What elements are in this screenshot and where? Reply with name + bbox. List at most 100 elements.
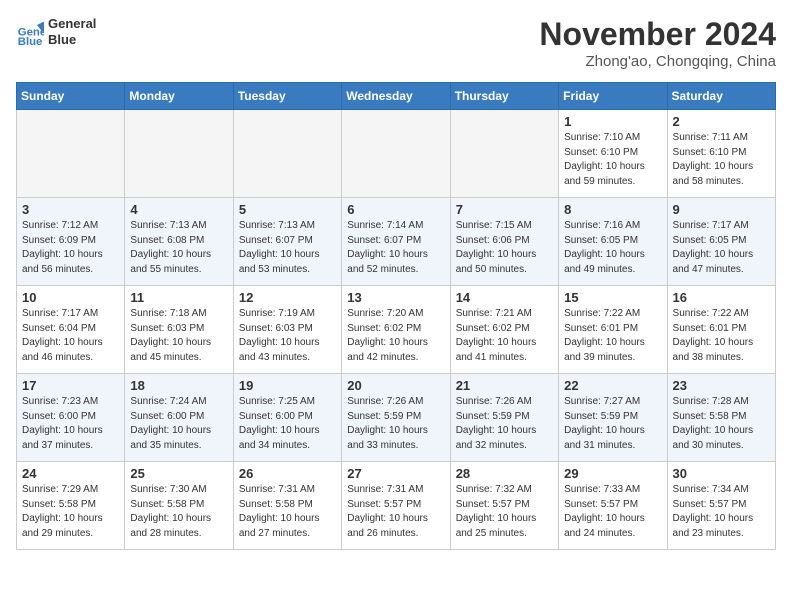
day-number: 26	[239, 466, 336, 481]
calendar-cell: 5 Sunrise: 7:13 AM Sunset: 6:07 PM Daylig…	[233, 198, 341, 286]
day-info: Sunrise: 7:31 AM Sunset: 5:57 PM Dayligh…	[347, 483, 444, 541]
calendar-cell: 13 Sunrise: 7:20 AM Sunset: 6:02 PM Dayli…	[342, 286, 450, 374]
day-number: 13	[347, 290, 444, 305]
calendar-cell: 28Sunrise: 7:32 AM Sunset: 5:57 PM Dayli…	[450, 462, 558, 550]
day-number: 7	[456, 202, 553, 217]
day-number: 30	[673, 466, 770, 481]
logo-icon: General Blue	[16, 18, 44, 46]
day-number: 18	[130, 378, 227, 393]
day-number: 25	[130, 466, 227, 481]
day-number: 27	[347, 466, 444, 481]
day-info: Sunrise: 7:12 AM Sunset: 6:09 PM Dayligh…	[22, 219, 119, 277]
calendar-cell: 25 Sunrise: 7:30 AM Sunset: 5:58 PM Dayli…	[125, 462, 233, 550]
weekday-header: Sunday	[17, 83, 125, 110]
calendar-week-row: 10Sunrise: 7:17 AM Sunset: 6:04 PM Dayli…	[17, 286, 776, 374]
logo-line1: General	[48, 16, 96, 32]
day-number: 19	[239, 378, 336, 393]
day-number: 24	[22, 466, 119, 481]
day-number: 15	[564, 290, 661, 305]
weekday-header: Thursday	[450, 83, 558, 110]
calendar-cell: 10Sunrise: 7:17 AM Sunset: 6:04 PM Dayli…	[17, 286, 125, 374]
day-number: 4	[130, 202, 227, 217]
weekday-header: Tuesday	[233, 83, 341, 110]
day-number: 12	[239, 290, 336, 305]
day-number: 8	[564, 202, 661, 217]
calendar-header-row: SundayMondayTuesdayWednesdayThursdayFrid…	[17, 83, 776, 110]
calendar-cell: 16Sunrise: 7:22 AM Sunset: 6:01 PM Dayli…	[667, 286, 775, 374]
day-number: 29	[564, 466, 661, 481]
calendar-cell: 19 Sunrise: 7:25 AM Sunset: 6:00 PM Dayli…	[233, 374, 341, 462]
calendar-cell: 7Sunrise: 7:15 AM Sunset: 6:06 PM Daylig…	[450, 198, 558, 286]
day-info: Sunrise: 7:10 AM Sunset: 6:10 PM Dayligh…	[564, 131, 661, 189]
calendar-cell: 8Sunrise: 7:16 AM Sunset: 6:05 PM Daylig…	[559, 198, 667, 286]
day-info: Sunrise: 7:27 AM Sunset: 5:59 PM Dayligh…	[564, 395, 661, 453]
calendar-cell: 1 Sunrise: 7:10 AM Sunset: 6:10 PM Daylig…	[559, 110, 667, 198]
day-number: 9	[673, 202, 770, 217]
calendar-cell: 27 Sunrise: 7:31 AM Sunset: 5:57 PM Dayli…	[342, 462, 450, 550]
day-info: Sunrise: 7:26 AM Sunset: 5:59 PM Dayligh…	[347, 395, 444, 453]
calendar-week-row: 1 Sunrise: 7:10 AM Sunset: 6:10 PM Daylig…	[17, 110, 776, 198]
calendar-cell	[125, 110, 233, 198]
day-number: 20	[347, 378, 444, 393]
day-number: 21	[456, 378, 553, 393]
calendar-cell: 20 Sunrise: 7:26 AM Sunset: 5:59 PM Dayli…	[342, 374, 450, 462]
day-info: Sunrise: 7:22 AM Sunset: 6:01 PM Dayligh…	[673, 307, 770, 365]
calendar-cell	[450, 110, 558, 198]
calendar-cell: 4 Sunrise: 7:13 AM Sunset: 6:08 PM Daylig…	[125, 198, 233, 286]
day-number: 22	[564, 378, 661, 393]
location: Zhong'ao, Chongqing, China	[539, 53, 776, 70]
page-header: General Blue General Blue November 2024 …	[16, 16, 776, 70]
day-number: 2	[673, 114, 770, 129]
day-info: Sunrise: 7:11 AM Sunset: 6:10 PM Dayligh…	[673, 131, 770, 189]
day-info: Sunrise: 7:18 AM Sunset: 6:03 PM Dayligh…	[130, 307, 227, 365]
day-info: Sunrise: 7:24 AM Sunset: 6:00 PM Dayligh…	[130, 395, 227, 453]
calendar-table: SundayMondayTuesdayWednesdayThursdayFrid…	[16, 82, 776, 550]
day-info: Sunrise: 7:13 AM Sunset: 6:08 PM Dayligh…	[130, 219, 227, 277]
calendar-cell: 11 Sunrise: 7:18 AM Sunset: 6:03 PM Dayli…	[125, 286, 233, 374]
calendar-week-row: 24Sunrise: 7:29 AM Sunset: 5:58 PM Dayli…	[17, 462, 776, 550]
calendar-cell: 3 Sunrise: 7:12 AM Sunset: 6:09 PM Daylig…	[17, 198, 125, 286]
calendar-cell: 26 Sunrise: 7:31 AM Sunset: 5:58 PM Dayli…	[233, 462, 341, 550]
weekday-header: Monday	[125, 83, 233, 110]
day-info: Sunrise: 7:21 AM Sunset: 6:02 PM Dayligh…	[456, 307, 553, 365]
calendar-cell: 6Sunrise: 7:14 AM Sunset: 6:07 PM Daylig…	[342, 198, 450, 286]
day-info: Sunrise: 7:33 AM Sunset: 5:57 PM Dayligh…	[564, 483, 661, 541]
day-info: Sunrise: 7:22 AM Sunset: 6:01 PM Dayligh…	[564, 307, 661, 365]
day-number: 3	[22, 202, 119, 217]
calendar-cell	[17, 110, 125, 198]
month-title: November 2024	[539, 16, 776, 53]
day-info: Sunrise: 7:25 AM Sunset: 6:00 PM Dayligh…	[239, 395, 336, 453]
day-info: Sunrise: 7:14 AM Sunset: 6:07 PM Dayligh…	[347, 219, 444, 277]
title-block: November 2024 Zhong'ao, Chongqing, China	[539, 16, 776, 70]
day-info: Sunrise: 7:20 AM Sunset: 6:02 PM Dayligh…	[347, 307, 444, 365]
calendar-cell: 15 Sunrise: 7:22 AM Sunset: 6:01 PM Dayli…	[559, 286, 667, 374]
day-number: 5	[239, 202, 336, 217]
day-info: Sunrise: 7:30 AM Sunset: 5:58 PM Dayligh…	[130, 483, 227, 541]
calendar-cell	[233, 110, 341, 198]
svg-text:Blue: Blue	[18, 36, 43, 46]
calendar-cell: 14 Sunrise: 7:21 AM Sunset: 6:02 PM Dayli…	[450, 286, 558, 374]
day-info: Sunrise: 7:17 AM Sunset: 6:04 PM Dayligh…	[22, 307, 119, 365]
logo-line2: Blue	[48, 32, 96, 48]
day-number: 11	[130, 290, 227, 305]
day-info: Sunrise: 7:17 AM Sunset: 6:05 PM Dayligh…	[673, 219, 770, 277]
day-info: Sunrise: 7:31 AM Sunset: 5:58 PM Dayligh…	[239, 483, 336, 541]
calendar-cell	[342, 110, 450, 198]
day-number: 1	[564, 114, 661, 129]
logo: General Blue General Blue	[16, 16, 96, 47]
calendar-cell: 23Sunrise: 7:28 AM Sunset: 5:58 PM Dayli…	[667, 374, 775, 462]
calendar-cell: 22 Sunrise: 7:27 AM Sunset: 5:59 PM Dayli…	[559, 374, 667, 462]
calendar-cell: 24Sunrise: 7:29 AM Sunset: 5:58 PM Dayli…	[17, 462, 125, 550]
calendar-cell: 21Sunrise: 7:26 AM Sunset: 5:59 PM Dayli…	[450, 374, 558, 462]
calendar-cell: 18 Sunrise: 7:24 AM Sunset: 6:00 PM Dayli…	[125, 374, 233, 462]
calendar-cell: 30Sunrise: 7:34 AM Sunset: 5:57 PM Dayli…	[667, 462, 775, 550]
day-info: Sunrise: 7:23 AM Sunset: 6:00 PM Dayligh…	[22, 395, 119, 453]
day-number: 17	[22, 378, 119, 393]
day-info: Sunrise: 7:13 AM Sunset: 6:07 PM Dayligh…	[239, 219, 336, 277]
weekday-header: Saturday	[667, 83, 775, 110]
day-number: 14	[456, 290, 553, 305]
weekday-header: Wednesday	[342, 83, 450, 110]
day-info: Sunrise: 7:28 AM Sunset: 5:58 PM Dayligh…	[673, 395, 770, 453]
day-info: Sunrise: 7:19 AM Sunset: 6:03 PM Dayligh…	[239, 307, 336, 365]
calendar-cell: 29 Sunrise: 7:33 AM Sunset: 5:57 PM Dayli…	[559, 462, 667, 550]
